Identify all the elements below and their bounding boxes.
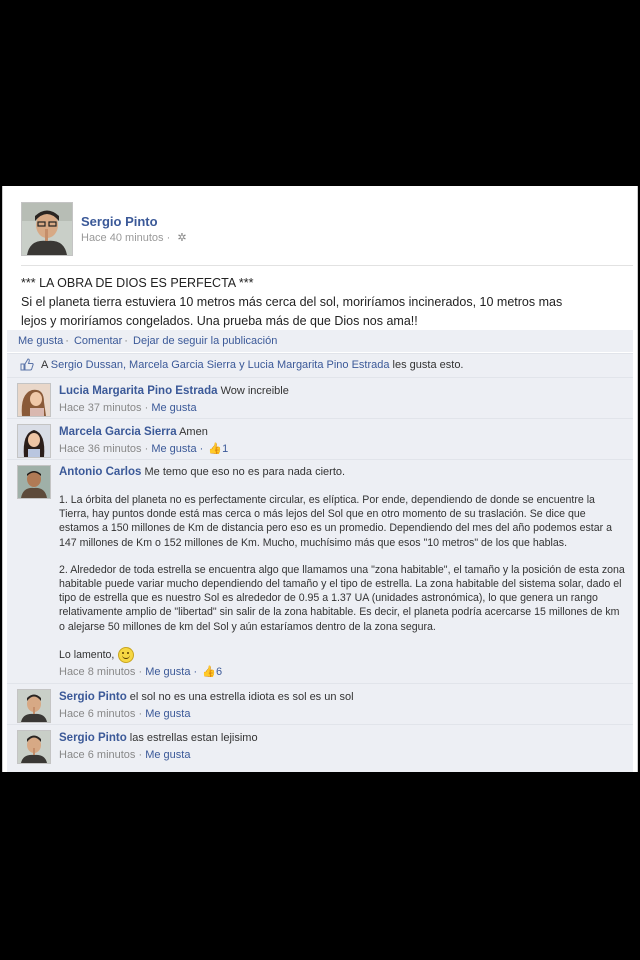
commenter-name[interactable]: Antonio Carlos [59, 466, 141, 478]
unfollow-link[interactable]: Dejar de seguir la publicación [133, 335, 277, 347]
post-title-line: *** LA OBRA DE DIOS ES PERFECTA *** [21, 276, 254, 290]
comment-time[interactable]: Hace 6 minutos · [59, 749, 142, 761]
commenter-name[interactable]: Marcela Garcia Sierra [59, 426, 177, 438]
comment-content: Sergio Pinto las estrellas estan lejisim… [59, 731, 625, 763]
divider [21, 265, 633, 266]
facebook-post-card: Sergio Pinto Hace 40 minutos · ✲ *** LA … [2, 186, 638, 772]
comment-meta: Hace 6 minutos · Me gusta [59, 748, 625, 763]
commenter-name[interactable]: Lucia Margarita Pino Estrada [59, 385, 218, 397]
comment-like-link[interactable]: Me gusta [151, 402, 196, 414]
comment-text: Me temo que eso no es para nada cierto. [144, 466, 346, 478]
post-time-text[interactable]: Hace 40 minutos · [81, 232, 170, 244]
post-timestamp: Hace 40 minutos · ✲ [81, 231, 187, 244]
smiley-emoji-icon [118, 646, 135, 663]
author-name[interactable]: Sergio Pinto [81, 214, 158, 229]
commenter-avatar[interactable] [17, 689, 51, 723]
comment-item: Sergio Pinto las estrellas estan lejisim… [7, 724, 633, 772]
comment-content: Antonio Carlos Me temo que eso no es par… [59, 465, 625, 680]
comment-item: Antonio Carlos Me temo que eso no es par… [7, 459, 633, 683]
likes-summary: A Sergio Dussan, Marcela Garcia Sierra y… [7, 353, 633, 377]
post-body: *** LA OBRA DE DIOS ES PERFECTA *** Si e… [21, 274, 621, 331]
comment-time[interactable]: Hace 36 minutos · [59, 443, 148, 455]
likes-prefix: A [41, 359, 51, 371]
likes-names[interactable]: Sergio Dussan, Marcela Garcia Sierra y L… [51, 359, 390, 371]
post-body-line-1: Si el planeta tierra estuviera 10 metros… [21, 295, 563, 309]
comment-text: las estrellas estan lejisimo [129, 732, 258, 744]
audience-gear-icon[interactable]: ✲ [177, 231, 186, 244]
comment-meta: Hace 36 minutos · Me gusta · 👍1 [59, 442, 625, 457]
comment-content: Lucia Margarita Pino Estrada Wow increib… [59, 384, 625, 416]
thumbs-up-icon [20, 358, 34, 371]
comment-likes-number: 6 [215, 665, 223, 678]
comment-item: Sergio Pinto el sol no es una estrella i… [7, 683, 633, 724]
comment-content: Sergio Pinto el sol no es una estrella i… [59, 690, 625, 722]
comment-text: el sol no es una estrella idiota es sol … [129, 691, 354, 703]
comment-meta: Hace 8 minutos · Me gusta · 👍6 [59, 665, 625, 680]
comment-text: Wow increible [220, 385, 289, 397]
comment-item: Marcela Garcia Sierra Amen Hace 36 minut… [7, 418, 633, 459]
comment-likes-number: 1 [222, 443, 229, 455]
comment-like-link[interactable]: Me gusta · [151, 443, 203, 455]
comment-like-link[interactable]: Me gusta [145, 749, 190, 761]
commenter-avatar[interactable] [17, 730, 51, 764]
comment-like-count[interactable]: 👍6 [202, 666, 222, 678]
comment-time[interactable]: Hace 37 minutos · [59, 402, 148, 414]
commenter-avatar[interactable] [17, 424, 51, 458]
post-actions-bar: Me gusta · Comentar · Dejar de seguir la p… [7, 330, 633, 352]
thumbs-up-icon: 👍 [208, 443, 223, 455]
thumbs-up-icon: 👍 [202, 665, 216, 678]
like-link[interactable]: Me gusta [18, 335, 63, 347]
commenter-name[interactable]: Sergio Pinto [59, 691, 127, 703]
comment-text: Amen [179, 426, 208, 438]
comment-closing-text: Lo lamento, [59, 648, 115, 661]
comment-time[interactable]: Hace 6 minutos · [59, 708, 142, 720]
commenter-avatar[interactable] [17, 465, 51, 499]
post-body-line-2: lejos y moriríamos congelados. Una prueb… [21, 314, 418, 328]
comment-paragraph: 1. La órbita del planeta no es perfectam… [59, 494, 612, 549]
comment-time[interactable]: Hace 8 minutos · [59, 666, 142, 678]
comment-closing: Lo lamento, [59, 646, 625, 663]
commenter-avatar[interactable] [17, 383, 51, 417]
commenter-name[interactable]: Sergio Pinto [59, 732, 127, 744]
comment-item: Lucia Margarita Pino Estrada Wow increib… [7, 377, 633, 418]
author-avatar[interactable] [21, 202, 73, 256]
comment-content: Marcela Garcia Sierra Amen Hace 36 minut… [59, 425, 625, 457]
comment-like-count[interactable]: 👍1 [208, 443, 228, 455]
comment-like-link[interactable]: Me gusta · [145, 666, 197, 678]
comment-meta: Hace 6 minutos · Me gusta [59, 707, 625, 722]
comment-like-link[interactable]: Me gusta [145, 708, 190, 720]
comment-meta: Hace 37 minutos · Me gusta [59, 401, 625, 416]
comment-link[interactable]: Comentar [74, 335, 122, 347]
comment-paragraph: 2. Alrededor de toda estrella se encuent… [59, 563, 625, 633]
likes-suffix: les gusta esto. [389, 359, 464, 371]
